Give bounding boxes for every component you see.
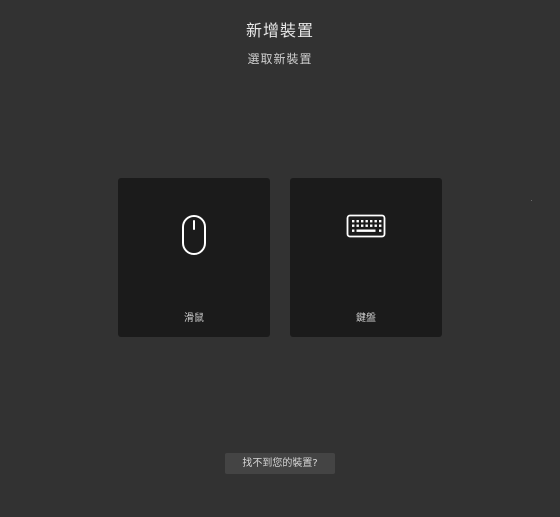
keyboard-icon — [290, 214, 442, 238]
device-card-keyboard[interactable]: 鍵盤 — [290, 178, 442, 337]
device-card-mouse[interactable]: 滑鼠 — [118, 178, 270, 337]
device-card-label: 鍵盤 — [356, 313, 376, 324]
mouse-icon — [118, 214, 270, 256]
page-subtitle: 選取新裝置 — [247, 52, 313, 66]
divider — [531, 200, 532, 201]
page-title: 新增裝置 — [245, 21, 314, 40]
cant-find-device-button[interactable]: 找不到您的裝置? — [225, 453, 335, 474]
device-card-label: 滑鼠 — [184, 313, 204, 324]
